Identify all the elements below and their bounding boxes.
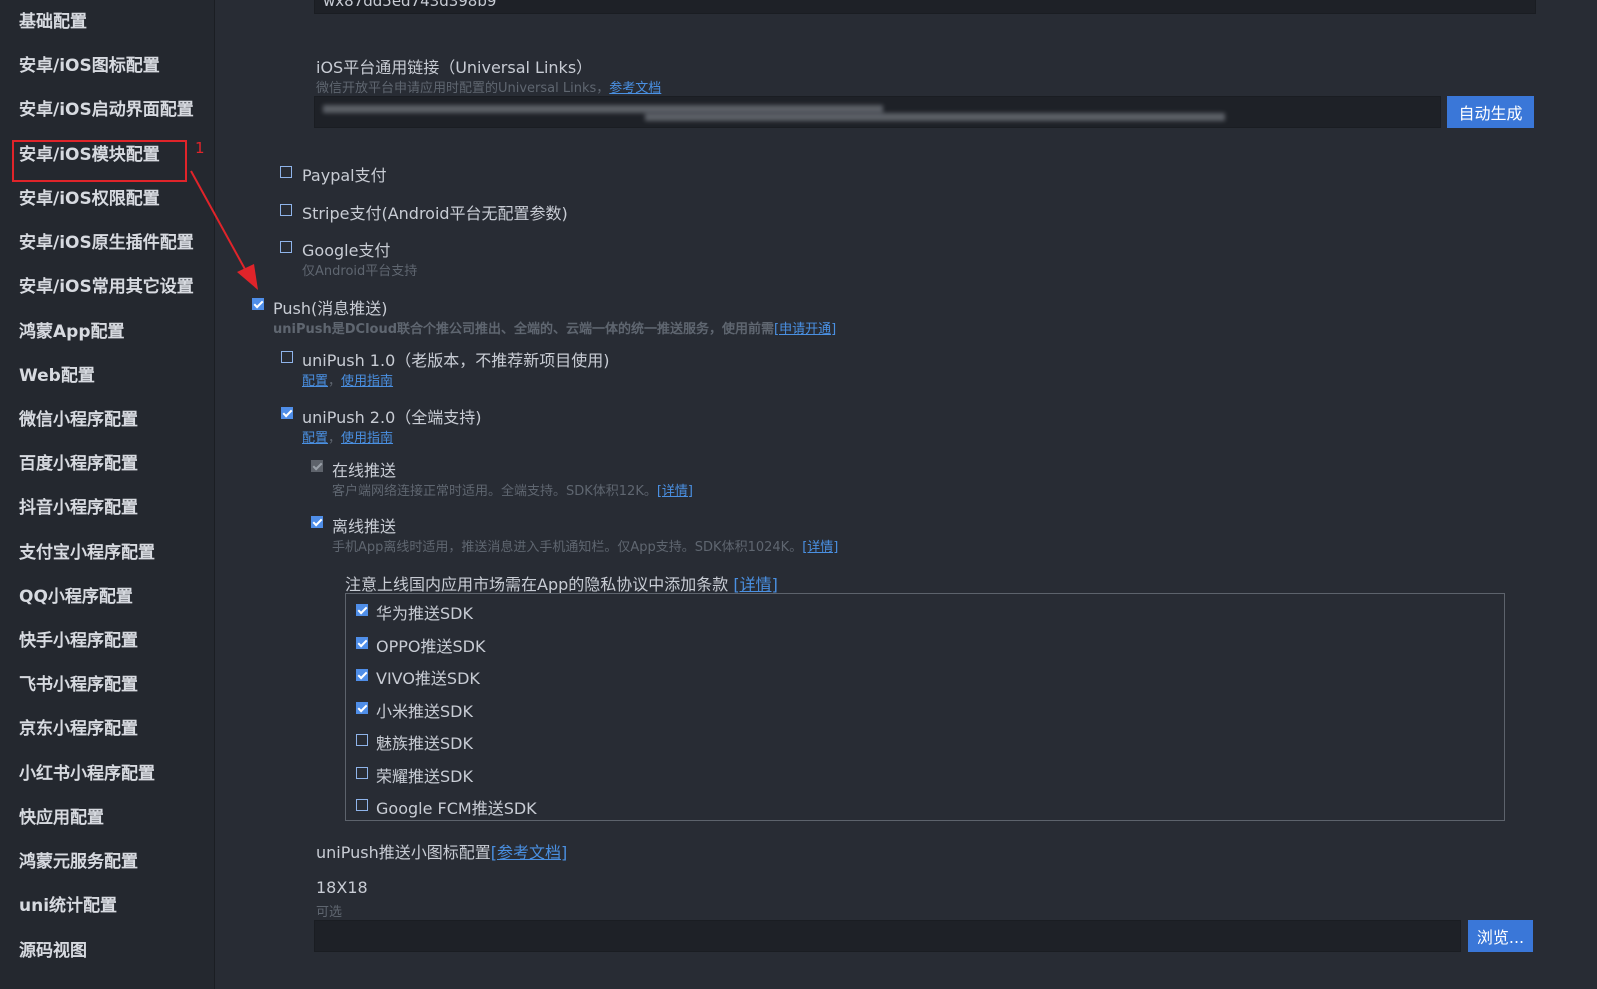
sidebar-item-feishu-mp[interactable]: 飞书小程序配置 [19, 674, 138, 696]
paypal-checkbox[interactable] [280, 166, 292, 178]
sidebar-item-harmony-service[interactable]: 鸿蒙元服务配置 [19, 851, 138, 873]
unipush1-config-link[interactable]: 配置 [302, 374, 328, 389]
sidebar-item-permissions[interactable]: 安卓/iOS权限配置 [19, 188, 160, 210]
online-push-desc: 客户端网络连接正常时适用。全端支持。SDK体积12K。[详情] [332, 484, 694, 499]
huawei-sdk-label: 华为推送SDK [376, 604, 473, 623]
xiaomi-sdk-checkbox[interactable] [356, 702, 368, 714]
offline-push-desc: 手机App离线时适用，推送消息进入手机通知栏。仅App支持。SDK体积1024K… [332, 540, 839, 555]
meizu-sdk-label: 魅族推送SDK [376, 734, 473, 753]
icon-size-label: 18X18 [316, 878, 368, 897]
sidebar-item-basic[interactable]: 基础配置 [19, 11, 87, 33]
stripe-checkbox[interactable] [280, 204, 292, 216]
sidebar-item-native-plugins[interactable]: 安卓/iOS原生插件配置 [19, 232, 194, 254]
vivo-sdk-label: VIVO推送SDK [376, 669, 480, 688]
stripe-label: Stripe支付(Android平台无配置参数) [302, 204, 568, 223]
sidebar-item-douyin-mp[interactable]: 抖音小程序配置 [19, 497, 138, 519]
vivo-sdk-checkbox[interactable] [356, 669, 368, 681]
google-pay-checkbox[interactable] [280, 241, 292, 253]
oppo-sdk-label: OPPO推送SDK [376, 637, 486, 656]
annotation-highlight-box [12, 140, 187, 182]
sidebar-item-jd-mp[interactable]: 京东小程序配置 [19, 718, 138, 740]
vendor-sdk-list: 华为推送SDK OPPO推送SDK VIVO推送SDK 小米推送SDK 魅族推送… [345, 593, 1505, 821]
fcm-sdk-checkbox[interactable] [356, 799, 368, 811]
main-content: wx87dd5ed743d398b9 iOS平台通用链接（Universal L… [215, 0, 1597, 989]
icon-path-input[interactable] [314, 920, 1461, 952]
push-icon-config-title: uniPush推送小图标配置[参考文档] [316, 843, 568, 862]
unipush1-links: 配置，使用指南 [302, 374, 394, 389]
sidebar-item-kuaishou-mp[interactable]: 快手小程序配置 [19, 630, 138, 652]
appid-value: wx87dd5ed743d398b9 [323, 0, 497, 10]
fcm-sdk-label: Google FCM推送SDK [376, 799, 537, 818]
offline-push-checkbox[interactable] [311, 516, 323, 528]
unipush2-checkbox[interactable] [281, 407, 293, 419]
sidebar-item-other-settings[interactable]: 安卓/iOS常用其它设置 [19, 276, 194, 298]
push-desc: uniPush是DCloud联合个推公司推出、全端的、云端一体的统一推送服务，使… [273, 322, 837, 337]
privacy-notice-detail-link[interactable]: [详情] [733, 575, 778, 594]
annotation-number: 1 [195, 139, 205, 157]
google-pay-sub: 仅Android平台支持 [302, 264, 418, 279]
sidebar-item-splash[interactable]: 安卓/iOS启动界面配置 [19, 99, 194, 121]
sidebar-item-web[interactable]: Web配置 [19, 365, 95, 387]
sidebar-item-qq-mp[interactable]: QQ小程序配置 [19, 586, 133, 608]
unipush1-checkbox[interactable] [281, 351, 293, 363]
sidebar-item-source-view[interactable]: 源码视图 [19, 940, 87, 962]
redacted-text [323, 105, 883, 113]
sidebar-item-uni-stat[interactable]: uni统计配置 [19, 895, 117, 917]
xiaomi-sdk-label: 小米推送SDK [376, 702, 473, 721]
universal-links-doc-link[interactable]: 参考文档 [609, 81, 661, 96]
sidebar-item-alipay-mp[interactable]: 支付宝小程序配置 [19, 542, 155, 564]
sidebar-item-harmony-app[interactable]: 鸿蒙App配置 [19, 321, 125, 343]
unipush2-label: uniPush 2.0（全端支持) [302, 408, 482, 427]
unipush1-guide-link[interactable]: 使用指南 [341, 374, 393, 389]
browse-button[interactable]: 浏览... [1468, 920, 1533, 952]
sidebar-item-quickapp[interactable]: 快应用配置 [19, 807, 104, 829]
sidebar-item-xiaohongshu-mp[interactable]: 小红书小程序配置 [19, 763, 155, 785]
universal-links-title: iOS平台通用链接（Universal Links） [316, 58, 593, 77]
sidebar-item-icons[interactable]: 安卓/iOS图标配置 [19, 55, 160, 77]
online-push-detail-link[interactable]: [详情] [657, 484, 693, 499]
apply-open-link[interactable]: [申请开通] [774, 322, 836, 337]
push-checkbox[interactable] [252, 298, 264, 310]
sidebar-item-weixin-mp[interactable]: 微信小程序配置 [19, 409, 138, 431]
push-icon-doc-link[interactable]: [参考文档] [491, 843, 568, 862]
paypal-label: Paypal支付 [302, 166, 387, 185]
offline-push-label: 离线推送 [332, 517, 397, 536]
icon-size-optional: 可选 [316, 905, 343, 920]
unipush2-links: 配置，使用指南 [302, 431, 394, 446]
unipush2-config-link[interactable]: 配置 [302, 431, 328, 446]
universal-links-input[interactable] [314, 96, 1441, 128]
unipush1-label: uniPush 1.0（老版本，不推荐新项目使用) [302, 351, 610, 370]
online-push-checkbox [311, 460, 323, 472]
universal-links-desc: 微信开放平台申请应用时配置的Universal Links，参考文档 [316, 81, 662, 96]
google-pay-label: Google支付 [302, 241, 391, 260]
auto-generate-button[interactable]: 自动生成 [1447, 96, 1534, 128]
sidebar-item-baidu-mp[interactable]: 百度小程序配置 [19, 453, 138, 475]
appid-input[interactable]: wx87dd5ed743d398b9 [314, 0, 1536, 14]
huawei-sdk-checkbox[interactable] [356, 604, 368, 616]
offline-push-detail-link[interactable]: [详情] [802, 540, 838, 555]
honor-sdk-label: 荣耀推送SDK [376, 767, 473, 786]
oppo-sdk-checkbox[interactable] [356, 637, 368, 649]
honor-sdk-checkbox[interactable] [356, 767, 368, 779]
unipush2-guide-link[interactable]: 使用指南 [341, 431, 393, 446]
privacy-notice: 注意上线国内应用市场需在App的隐私协议中添加条款 [详情] [345, 575, 778, 594]
online-push-label: 在线推送 [332, 461, 397, 480]
redacted-text-2 [645, 113, 1225, 121]
push-label: Push(消息推送) [273, 299, 388, 318]
meizu-sdk-checkbox[interactable] [356, 734, 368, 746]
